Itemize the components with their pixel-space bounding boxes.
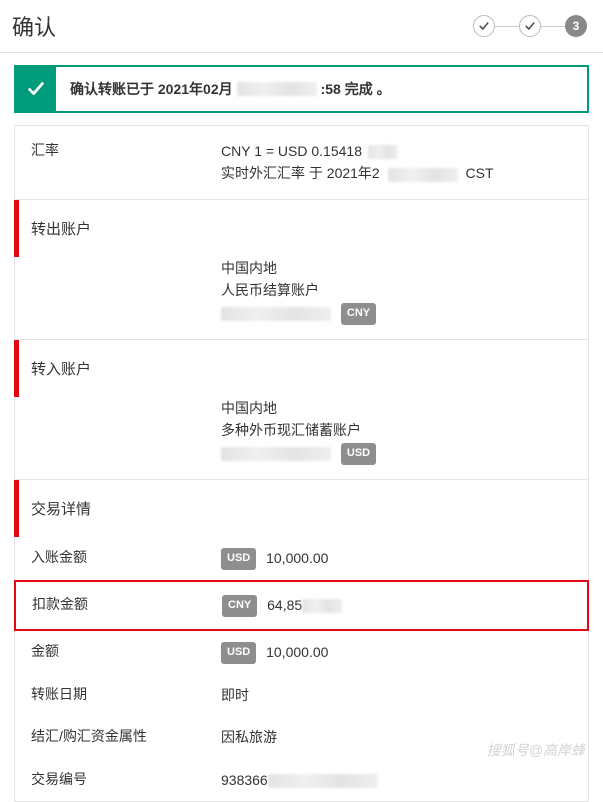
- step-divider: [495, 26, 519, 27]
- rate-label: 汇率: [31, 140, 221, 185]
- out-account-value: 中国内地 人民币结算账户 CNY: [221, 257, 572, 325]
- redacted-debit-tail: [302, 599, 342, 613]
- progress-steps: 3: [473, 15, 587, 37]
- out-account-currency-badge: CNY: [341, 303, 376, 325]
- in-account-currency-badge: USD: [341, 443, 376, 465]
- transfer-date-value: 即时: [221, 684, 572, 706]
- rate-value-line2-prefix: 实时外汇汇率 于 2021年2: [221, 165, 380, 181]
- success-message: 确认转账已于 2021年02月 :58 完成 。: [56, 67, 587, 111]
- out-account-type: 人民币结算账户: [221, 279, 572, 301]
- in-account-row: 中国内地 多种外币现汇储蓄账户 USD: [15, 397, 588, 479]
- transfer-date-label: 转账日期: [31, 684, 221, 706]
- reference-row: 交易编号 938366: [15, 759, 588, 801]
- in-account-section: 转入账户 中国内地 多种外币现汇储蓄账户 USD: [14, 340, 589, 480]
- rate-section: 汇率 CNY 1 = USD 0.15418 实时外汇汇率 于 2021年2 C…: [14, 125, 589, 200]
- debit-currency-badge: CNY: [222, 595, 257, 617]
- purpose-value: 因私旅游: [221, 726, 572, 748]
- rate-value-line1: CNY 1 = USD 0.15418: [221, 143, 362, 159]
- content-area: 汇率 CNY 1 = USD 0.15418 实时外汇汇率 于 2021年2 C…: [0, 125, 603, 802]
- debit-amount-value: CNY 64,85: [222, 594, 571, 617]
- in-account-value: 中国内地 多种外币现汇储蓄账户 USD: [221, 397, 572, 465]
- amount: 10,000.00: [266, 644, 328, 660]
- in-account-type: 多种外币现汇储蓄账户: [221, 419, 572, 441]
- redacted-reference-tail: [268, 774, 378, 788]
- amount-value: USD 10,000.00: [221, 641, 572, 664]
- reference-label: 交易编号: [31, 769, 221, 791]
- details-section: 交易详情 入账金额 USD 10,000.00 扣款金额 CNY 64,85 金…: [14, 480, 589, 802]
- success-suffix: :58 完成 。: [321, 79, 391, 99]
- debit-amount-label: 扣款金额: [32, 594, 222, 617]
- credit-amount-value: USD 10,000.00: [221, 547, 572, 570]
- step-divider: [541, 26, 565, 27]
- rate-row: 汇率 CNY 1 = USD 0.15418 实时外汇汇率 于 2021年2 C…: [15, 126, 588, 199]
- redacted-rate-tail: [368, 145, 398, 159]
- success-banner: 确认转账已于 2021年02月 :58 完成 。: [14, 65, 589, 113]
- redacted-rate-date: [388, 168, 458, 182]
- step-2-done: [519, 15, 541, 37]
- credit-amount-row: 入账金额 USD 10,000.00: [15, 537, 588, 580]
- debit-amount: 64,85: [267, 597, 302, 613]
- rate-value: CNY 1 = USD 0.15418 实时外汇汇率 于 2021年2 CST: [221, 140, 572, 185]
- out-account-title: 转出账户: [15, 200, 588, 257]
- purpose-label: 结汇/购汇资金属性: [31, 726, 221, 748]
- reference-value: 938366: [221, 769, 572, 791]
- step-1-done: [473, 15, 495, 37]
- transfer-date-row: 转账日期 即时: [15, 674, 588, 716]
- page-header: 确认 3: [0, 0, 603, 53]
- success-prefix: 确认转账已于 2021年02月: [70, 79, 233, 99]
- credit-currency-badge: USD: [221, 548, 256, 570]
- rate-value-line2-suffix: CST: [466, 165, 494, 181]
- out-account-region: 中国内地: [221, 257, 572, 279]
- out-account-section: 转出账户 中国内地 人民币结算账户 CNY: [14, 200, 589, 340]
- amount-currency-badge: USD: [221, 642, 256, 664]
- redacted-date: [237, 82, 317, 96]
- in-account-region: 中国内地: [221, 397, 572, 419]
- check-icon: [16, 67, 56, 111]
- purpose-row: 结汇/购汇资金属性 因私旅游: [15, 716, 588, 758]
- out-account-row: 中国内地 人民币结算账户 CNY: [15, 257, 588, 339]
- credit-amount-label: 入账金额: [31, 547, 221, 570]
- details-title: 交易详情: [15, 480, 588, 537]
- reference-number: 938366: [221, 772, 268, 788]
- step-3-current: 3: [565, 15, 587, 37]
- credit-amount: 10,000.00: [266, 550, 328, 566]
- in-account-title: 转入账户: [15, 340, 588, 397]
- amount-label: 金额: [31, 641, 221, 664]
- redacted-out-account-number: [221, 307, 331, 321]
- amount-row: 金额 USD 10,000.00: [15, 631, 588, 674]
- redacted-in-account-number: [221, 447, 331, 461]
- debit-amount-row-highlighted: 扣款金额 CNY 64,85: [14, 580, 589, 631]
- page-title: 确认: [12, 10, 56, 42]
